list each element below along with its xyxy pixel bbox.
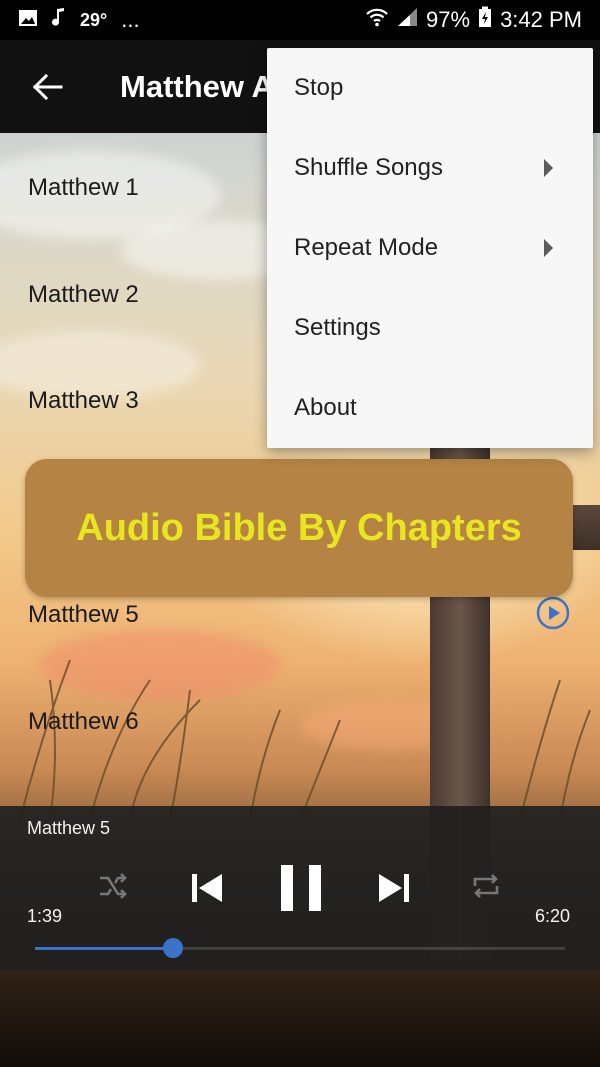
audio-player: Matthew 5 1:39 6:20: [0, 806, 600, 970]
menu-item-settings[interactable]: Settings: [267, 288, 593, 368]
overflow-menu: Stop Shuffle Songs Repeat Mode Settings …: [267, 48, 593, 448]
page-title: Matthew A: [120, 68, 274, 104]
list-item[interactable]: Matthew 6: [28, 708, 139, 736]
seek-thumb[interactable]: [162, 938, 183, 958]
menu-item-label: Stop: [294, 74, 344, 101]
total-time: 6:20: [535, 906, 571, 926]
play-circle-icon[interactable]: [536, 596, 570, 630]
banner-text: Audio Bible By Chapters: [76, 506, 522, 549]
back-arrow-icon: [32, 73, 62, 100]
clock: 3:42 PM: [500, 7, 582, 32]
app-banner[interactable]: Audio Bible By Chapters: [25, 459, 573, 597]
now-playing-title: Matthew 5: [27, 818, 111, 838]
signal-icon: [396, 7, 418, 33]
seek-progress: [35, 947, 173, 950]
menu-item-label: Settings: [294, 314, 381, 341]
shuffle-icon[interactable]: [97, 870, 129, 902]
menu-item-label: Shuffle Songs: [294, 154, 444, 181]
music-note-icon: [52, 7, 66, 33]
submenu-arrow-icon: [544, 159, 553, 177]
repeat-icon[interactable]: [470, 870, 502, 902]
previous-icon[interactable]: [189, 870, 225, 906]
pause-icon[interactable]: [279, 864, 323, 912]
battery-icon: [478, 6, 492, 34]
seek-bar[interactable]: [35, 938, 565, 958]
menu-item-about[interactable]: About: [267, 368, 593, 448]
current-time: 1:39: [27, 906, 63, 926]
list-item[interactable]: Matthew 1: [28, 174, 139, 202]
menu-item-repeat-mode[interactable]: Repeat Mode: [267, 208, 593, 288]
list-item[interactable]: Matthew 2: [28, 281, 139, 309]
wifi-icon: [366, 7, 388, 33]
submenu-arrow-icon: [544, 239, 553, 257]
temperature: 29°: [80, 9, 108, 30]
menu-item-stop[interactable]: Stop: [267, 48, 593, 128]
menu-item-shuffle-songs[interactable]: Shuffle Songs: [267, 128, 593, 208]
battery-percent: 97%: [426, 7, 471, 32]
back-button[interactable]: [0, 40, 95, 133]
more-indicator: ...: [121, 7, 140, 32]
menu-item-label: Repeat Mode: [294, 234, 439, 261]
list-item[interactable]: Matthew 3: [28, 387, 139, 415]
menu-item-label: About: [294, 394, 357, 421]
list-item[interactable]: Matthew 5: [28, 601, 139, 629]
next-icon[interactable]: [376, 870, 412, 906]
status-bar: 29° ... 97% 3:42 PM: [0, 0, 600, 40]
gallery-icon: [18, 7, 38, 33]
